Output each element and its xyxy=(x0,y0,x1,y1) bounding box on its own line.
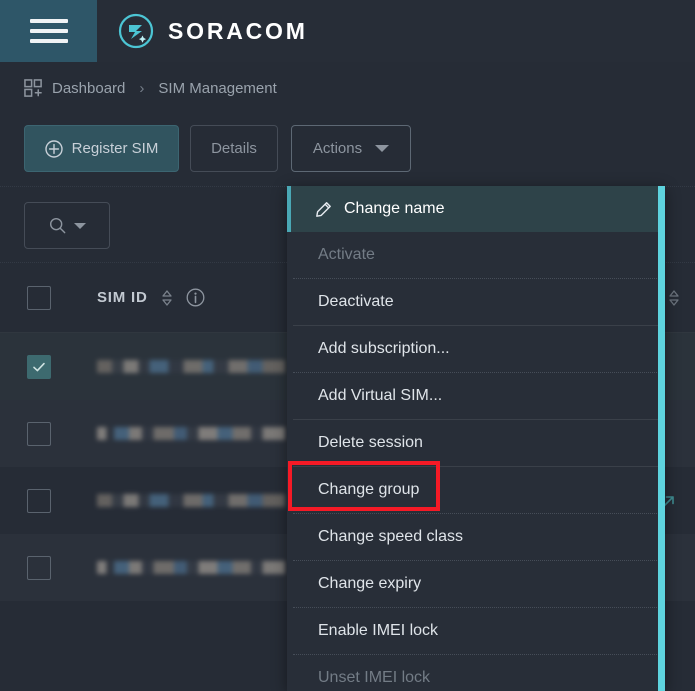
dashboard-grid-icon xyxy=(24,79,43,98)
menu-item-label: Change speed class xyxy=(318,528,463,546)
details-button[interactable]: Details xyxy=(190,125,278,172)
menu-item-enable-imei-lock[interactable]: Enable IMEI lock xyxy=(287,608,665,654)
actions-dropdown-menu: Change name Activate Deactivate Add subscri… xyxy=(287,186,665,691)
row-select-cell xyxy=(0,333,78,400)
menu-item-change-name[interactable]: Change name xyxy=(287,186,665,232)
redacted-sim-id-value xyxy=(97,494,285,507)
breadcrumb-dashboard-link[interactable]: Dashboard xyxy=(52,80,125,97)
menu-item-change-expiry[interactable]: Change expiry xyxy=(287,561,665,607)
breadcrumb-separator: › xyxy=(139,80,144,97)
menu-item-delete-session[interactable]: Delete session xyxy=(287,420,665,466)
redacted-sim-id-value xyxy=(97,360,285,373)
row-select-checkbox[interactable] xyxy=(27,355,51,379)
sort-updown-icon[interactable] xyxy=(667,289,681,307)
check-icon xyxy=(32,360,46,374)
top-bar: SORACOM xyxy=(0,0,695,62)
info-circle-icon[interactable] xyxy=(186,288,205,307)
menu-item-add-subscription[interactable]: Add subscription... xyxy=(287,326,665,372)
sort-updown-icon[interactable] xyxy=(160,289,174,307)
menu-item-activate: Activate xyxy=(287,232,665,278)
soracom-logo-icon xyxy=(118,13,154,49)
menu-item-label: Change group xyxy=(318,481,419,499)
redacted-sim-id-value xyxy=(97,561,285,574)
menu-item-deactivate[interactable]: Deactivate xyxy=(287,279,665,325)
menu-item-label: Change name xyxy=(344,200,445,218)
brand-name: SORACOM xyxy=(168,18,308,45)
row-select-checkbox[interactable] xyxy=(27,489,51,513)
chevron-down-icon xyxy=(74,223,86,229)
hamburger-menu-button[interactable] xyxy=(0,0,97,62)
select-all-cell xyxy=(0,263,78,332)
row-select-cell xyxy=(0,534,78,601)
sim-id-cell xyxy=(97,492,285,510)
actions-button[interactable]: Actions xyxy=(291,125,411,172)
column-header-sim-id-label: SIM ID xyxy=(97,289,148,306)
menu-item-unset-imei-lock: Unset IMEI lock xyxy=(287,655,665,691)
row-select-cell xyxy=(0,467,78,534)
hamburger-icon xyxy=(30,13,68,49)
menu-item-label: Add subscription... xyxy=(318,340,450,358)
toolbar: Register SIM Details Actions xyxy=(0,115,695,186)
menu-item-label: Change expiry xyxy=(318,575,421,593)
menu-item-label: Unset IMEI lock xyxy=(318,669,430,687)
search-input[interactable] xyxy=(24,202,110,249)
select-all-checkbox[interactable] xyxy=(27,286,51,310)
actions-label: Actions xyxy=(313,140,362,157)
menu-scrollbar[interactable] xyxy=(658,186,665,691)
details-label: Details xyxy=(211,140,257,157)
search-icon xyxy=(49,217,66,234)
row-select-cell xyxy=(0,400,78,467)
sim-id-cell xyxy=(97,425,285,443)
register-sim-label: Register SIM xyxy=(72,140,159,157)
brand[interactable]: SORACOM xyxy=(118,0,308,62)
app-root: SORACOM Dashboard › SIM Management Regis… xyxy=(0,0,695,691)
breadcrumb-current: SIM Management xyxy=(158,80,276,97)
menu-item-change-group[interactable]: Change group xyxy=(287,467,665,513)
column-header-right-sort xyxy=(667,263,681,332)
row-select-checkbox[interactable] xyxy=(27,422,51,446)
menu-item-label: Deactivate xyxy=(318,293,394,311)
column-header-sim-id: SIM ID xyxy=(97,263,205,332)
menu-item-change-speed-class[interactable]: Change speed class xyxy=(287,514,665,560)
chevron-down-icon xyxy=(375,145,389,152)
plus-circle-icon xyxy=(45,140,63,158)
row-select-checkbox[interactable] xyxy=(27,556,51,580)
breadcrumb: Dashboard › SIM Management xyxy=(0,62,695,115)
register-sim-button[interactable]: Register SIM xyxy=(24,125,179,172)
menu-item-add-virtual-sim[interactable]: Add Virtual SIM... xyxy=(287,373,665,419)
sim-id-cell xyxy=(97,559,285,577)
menu-item-label: Delete session xyxy=(318,434,423,452)
menu-item-label: Add Virtual SIM... xyxy=(318,387,442,405)
redacted-sim-id-value xyxy=(97,427,285,440)
sim-id-cell xyxy=(97,358,285,376)
menu-item-label: Activate xyxy=(318,246,375,264)
menu-item-label: Enable IMEI lock xyxy=(318,622,438,640)
